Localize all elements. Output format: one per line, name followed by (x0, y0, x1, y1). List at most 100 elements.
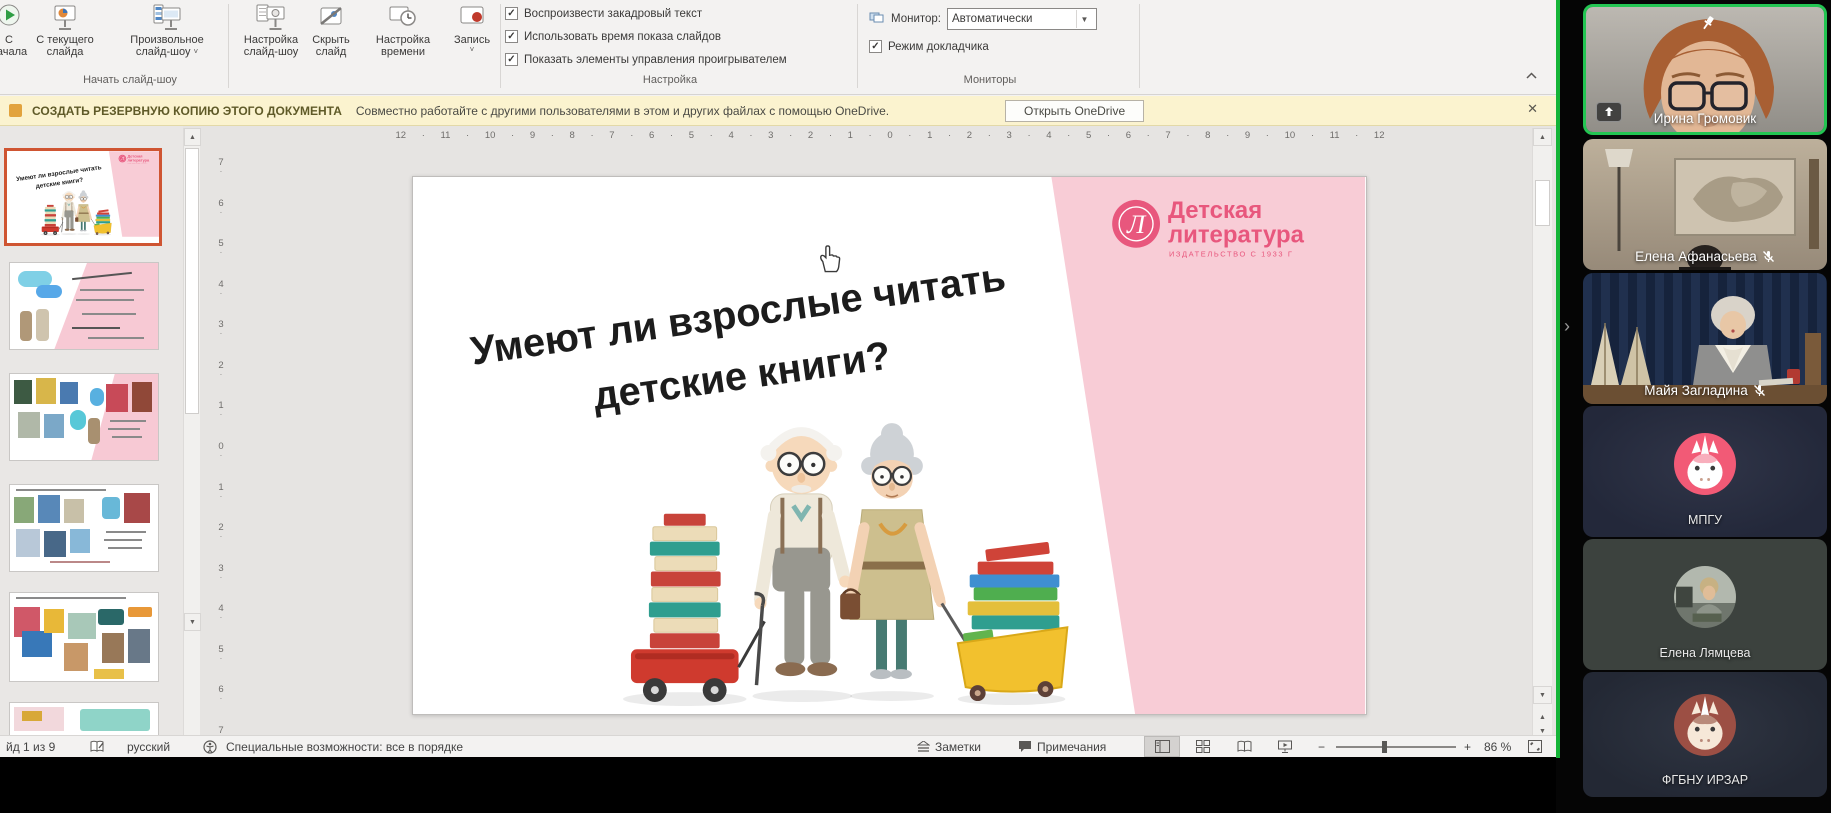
monitor-row: Монитор: Автоматически ▼ (869, 8, 1098, 30)
hide-slide-icon (318, 2, 344, 32)
language-indicator[interactable]: русский (127, 736, 170, 757)
open-onedrive-button[interactable]: Открыть OneDrive (1005, 100, 1145, 122)
slide-1-content (413, 177, 1366, 714)
slide-thumbnail-1-selected[interactable] (4, 148, 162, 246)
setup-show-icon (256, 2, 286, 32)
ribbon-divider (500, 4, 501, 88)
participant-tile[interactable]: Елена Афанасьева (1583, 139, 1827, 270)
notes-button[interactable]: Заметки (917, 736, 981, 757)
comments-label: Примечания (1037, 739, 1107, 754)
checkbox-label: Показать элементы управления проигрывате… (524, 53, 787, 66)
setup-slideshow-button[interactable]: Настройка слайд-шоу (233, 2, 309, 64)
zoom-in-button[interactable]: + (1464, 736, 1471, 757)
panel-expand-chevron-icon[interactable]: › (1564, 316, 1570, 337)
ribbon-divider (857, 4, 858, 88)
hide-slide-button[interactable]: Скрыть слайд (305, 2, 357, 64)
accessibility-status[interactable]: Специальные возможности: все в порядке (226, 736, 463, 757)
checkbox-presenter-mode[interactable]: ✓ Режим докладчика (869, 40, 989, 53)
slideshow-view-button[interactable] (1267, 736, 1303, 757)
ribbon-divider (1139, 4, 1140, 88)
participant-name: Елена Лямцева (1659, 646, 1751, 660)
photo-avatar (1674, 566, 1736, 628)
monitor-icon (869, 11, 885, 28)
slide-1-preview (7, 151, 159, 237)
previous-slide-button[interactable]: ▲ (1534, 710, 1551, 724)
button-label: Скрыть (312, 34, 350, 46)
slide-area-scrollbar[interactable]: ▲ ▼ (1532, 128, 1552, 735)
rehearse-timings-button[interactable]: Настройка времени (363, 2, 443, 64)
fit-to-window-button[interactable] (1528, 736, 1542, 757)
button-label: Настройка (243, 34, 299, 46)
dropdown-arrow-icon[interactable]: ▼ (1076, 10, 1092, 28)
button-label: слайд (315, 46, 347, 58)
close-notification-icon[interactable]: ✕ (1527, 101, 1538, 117)
slide-thumbnail-6[interactable] (9, 702, 159, 735)
powerpoint-window: С начала С текущего слайда Произвольное … (0, 0, 1556, 757)
checkbox-checked-icon[interactable]: ✓ (505, 7, 518, 20)
normal-view-button[interactable] (1144, 736, 1180, 757)
slide-counter: йд 1 из 9 (6, 739, 56, 754)
thumbnail-scrollbar[interactable]: ▲ ▼ (183, 128, 201, 735)
monitor-dropdown[interactable]: Автоматически ▼ (947, 8, 1098, 30)
checkbox-use-timings[interactable]: ✓ Использовать время показа слайдов (505, 30, 721, 43)
button-label: слайд-шоу (243, 46, 299, 58)
reading-view-button[interactable] (1226, 736, 1262, 757)
zoom-slider[interactable] (1336, 736, 1456, 757)
avatar (1583, 694, 1827, 756)
scrollbar-thumb[interactable] (1535, 180, 1550, 226)
checkbox-show-media-controls[interactable]: ✓ Показать элементы управления проигрыва… (505, 53, 787, 66)
checkbox-checked-icon[interactable]: ✓ (869, 40, 882, 53)
participant-tile[interactable]: Майя Загладина (1583, 273, 1827, 404)
participant-tile[interactable]: МПГУ (1583, 406, 1827, 537)
view-buttons (1144, 736, 1303, 757)
slide-thumbnail-5[interactable] (9, 592, 159, 682)
participant-tile[interactable]: ФГБНУ ИРЗАР (1583, 672, 1827, 797)
button-label: С текущего (36, 34, 94, 46)
slide-sorter-view-button[interactable] (1185, 736, 1221, 757)
button-label: С (5, 34, 13, 46)
button-label: Настройка (375, 34, 431, 46)
comments-button[interactable]: Примечания (1018, 736, 1106, 757)
participant-name: Ирина Громовик (1653, 111, 1757, 126)
participant-name-text: Елена Афанасьева (1635, 249, 1757, 264)
notes-label: Заметки (935, 739, 981, 754)
collapse-ribbon-button[interactable] (1520, 66, 1542, 84)
screen-share-border (1556, 0, 1560, 758)
dropdown-caret-icon: ˅ (469, 45, 475, 54)
slide-thumbnail-4[interactable] (9, 484, 159, 572)
custom-slideshow-button[interactable]: Произвольное слайд-шоу ˅ (113, 2, 221, 64)
thumbnail-scrollbar-thumb[interactable] (185, 148, 199, 414)
dropdown-caret-icon: ˅ (193, 47, 199, 56)
participant-name: Майя Загладина (1583, 383, 1827, 398)
ribbon-slideshow-tab: С начала С текущего слайда Произвольное … (0, 0, 1556, 95)
zoom-level[interactable]: 86 % (1484, 736, 1511, 757)
checkbox-play-narrations[interactable]: ✓ Воспроизвести закадровый текст (505, 7, 702, 20)
zoom-slider-track[interactable] (1336, 740, 1456, 753)
participant-tile[interactable]: Ирина Громовик (1583, 4, 1827, 135)
checkbox-checked-icon[interactable]: ✓ (505, 30, 518, 43)
monitor-label: Монитор: (891, 13, 942, 25)
monitor-dropdown-value: Автоматически (952, 13, 1033, 25)
horizontal-ruler: 12 · 11 · 10 · 9 · 8 · 7 · 6 · 5 · 4 · 3… (395, 130, 1385, 141)
notification-bold-text: СОЗДАТЬ РЕЗЕРВНУЮ КОПИЮ ЭТОГО ДОКУМЕНТА (32, 103, 342, 118)
pin-icon[interactable] (1700, 15, 1716, 36)
notification-text: Совместно работайте с другими пользовате… (355, 103, 890, 118)
thumbnail-scroll-up-icon[interactable]: ▲ (184, 128, 201, 146)
zoom-out-button[interactable]: − (1318, 736, 1325, 757)
scroll-down-icon[interactable]: ▼ (1533, 686, 1552, 704)
accessibility-icon[interactable] (203, 736, 217, 757)
slide-thumbnail-3[interactable] (9, 373, 159, 461)
participant-tile[interactable]: Елена Лямцева (1583, 539, 1827, 670)
record-button[interactable]: Запись ˅ (448, 2, 496, 64)
proofing-icon[interactable] (90, 736, 105, 757)
checkbox-checked-icon[interactable]: ✓ (505, 53, 518, 66)
slide-canvas[interactable] (412, 176, 1367, 715)
thumbnail-scroll-down-icon[interactable]: ▼ (184, 613, 201, 631)
scroll-up-icon[interactable]: ▲ (1533, 128, 1552, 146)
zoom-slider-thumb[interactable] (1382, 740, 1387, 753)
unicorn-avatar-icon (1674, 433, 1736, 495)
slide-thumbnail-2[interactable] (9, 262, 159, 350)
from-current-slide-button[interactable]: С текущего слайда (22, 2, 108, 64)
notification-bar: СОЗДАТЬ РЕЗЕРВНУЮ КОПИЮ ЭТОГО ДОКУМЕНТА … (0, 96, 1556, 126)
status-bar: йд 1 из 9 русский Специальные возможност… (0, 735, 1556, 757)
